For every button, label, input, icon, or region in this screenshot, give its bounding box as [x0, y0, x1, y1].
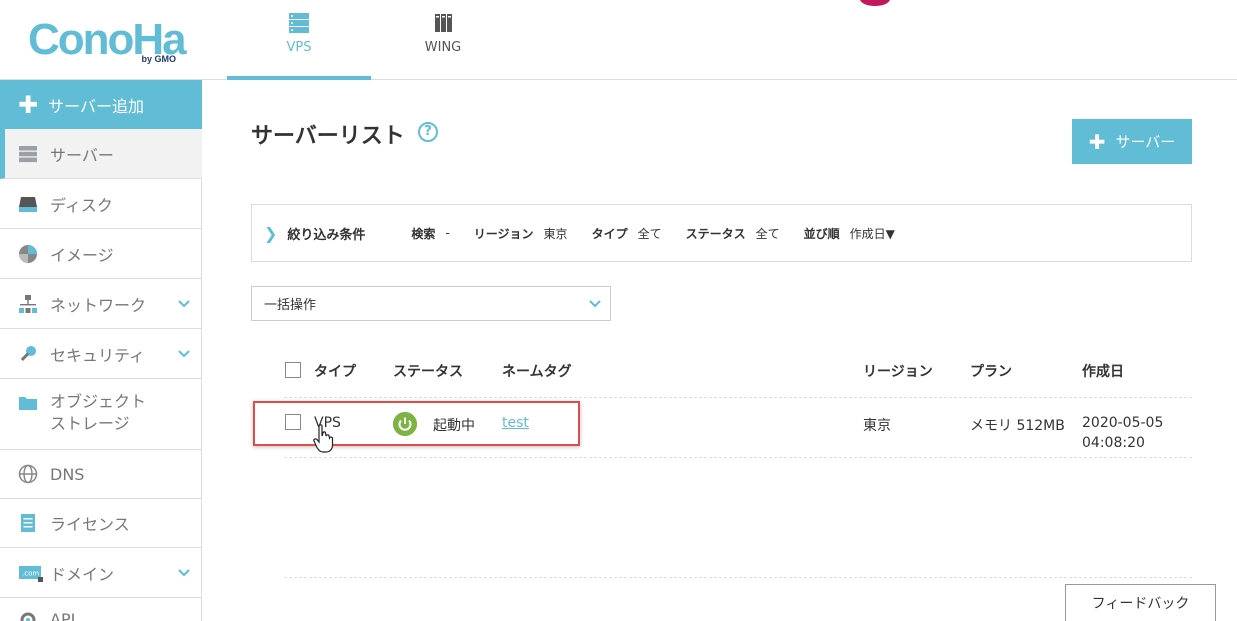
- filter-bar[interactable]: ❯ 絞り込み条件 検索 - リージョン 東京 タイプ 全て ステータス 全て 並…: [251, 204, 1192, 262]
- globe-icon: [18, 464, 38, 484]
- sidebar-item-label: オブジェクト ストレージ: [50, 391, 146, 435]
- sidebar-item-dns[interactable]: DNS: [0, 450, 202, 499]
- sidebar: ✚ サーバー追加 サーバー ディスク イメージ ネットワーク セキュリティ オブ…: [0, 80, 202, 621]
- chevron-down-icon: [178, 299, 190, 307]
- server-icon: [289, 13, 309, 33]
- row-status: 起動中: [433, 418, 475, 434]
- sidebar-item-label: ネットワーク: [50, 295, 147, 315]
- filter-toggle-label: 絞り込み条件: [287, 227, 366, 243]
- network-icon: [19, 294, 37, 313]
- api-icon: [20, 612, 36, 621]
- sidebar-item-label: サーバー: [50, 145, 114, 165]
- sidebar-item-object-storage[interactable]: オブジェクト ストレージ: [0, 379, 202, 450]
- row-created-time: 04:08:20: [1082, 435, 1145, 451]
- sidebar-item-label: イメージ: [50, 245, 114, 265]
- hand-cursor-icon: [313, 424, 334, 453]
- sidebar-item-label: ライセンス: [50, 515, 130, 534]
- chevron-down-icon: [178, 568, 190, 576]
- row-checkbox[interactable]: [285, 414, 301, 430]
- row-nametag-link[interactable]: test: [502, 415, 529, 431]
- add-server-label: サーバー追加: [48, 96, 144, 116]
- notification-dot[interactable]: [860, 0, 890, 6]
- domain-icon-text: .com: [22, 569, 39, 577]
- page-title: サーバーリスト: [251, 124, 405, 149]
- sidebar-item-network[interactable]: ネットワーク: [0, 279, 202, 329]
- select-all-checkbox[interactable]: [285, 362, 301, 378]
- logo-subtext: by GMO: [141, 54, 176, 64]
- table-divider: [284, 577, 1192, 578]
- sidebar-item-label: ディスク: [50, 195, 113, 215]
- filter-status-value: 全て: [755, 226, 780, 241]
- image-icon: [19, 244, 37, 263]
- column-header-created[interactable]: 作成日: [1082, 361, 1124, 381]
- feedback-button[interactable]: フィードバック: [1065, 584, 1216, 621]
- chevron-down-icon: [178, 349, 190, 357]
- conoha-logo[interactable]: ConoHa by GMO: [28, 14, 187, 66]
- tab-wing-label: WING: [424, 40, 462, 55]
- filter-sort-value[interactable]: 作成日▼: [850, 225, 895, 242]
- filter-type-label: タイプ: [591, 226, 628, 241]
- power-icon: [393, 412, 417, 436]
- sidebar-item-security[interactable]: セキュリティ: [0, 329, 202, 379]
- row-created-date: 2020-05-05: [1082, 415, 1164, 431]
- table-divider: [284, 457, 1192, 458]
- top-header: ConoHa by GMO VPS WING: [0, 0, 1237, 80]
- sidebar-item-image[interactable]: イメージ: [0, 229, 202, 279]
- server-icon: [19, 145, 37, 162]
- bulk-action-select[interactable]: 一括操作: [251, 286, 611, 321]
- sidebar-item-domain[interactable]: .com ドメイン: [0, 548, 202, 598]
- tab-vps[interactable]: VPS: [227, 0, 371, 80]
- column-header-status[interactable]: ステータス: [393, 361, 463, 381]
- column-header-nametag[interactable]: ネームタグ: [502, 361, 572, 381]
- plus-icon: ✚: [1088, 129, 1106, 154]
- tab-wing[interactable]: WING: [371, 0, 515, 80]
- filter-region-value: 東京: [543, 226, 568, 241]
- filter-status-label: ステータス: [685, 226, 746, 241]
- add-server-button-label: サーバー: [1115, 133, 1176, 151]
- column-header-type[interactable]: タイプ: [314, 361, 356, 381]
- folder-icon: [19, 397, 37, 410]
- sidebar-item-label: API: [50, 610, 76, 621]
- filter-type-value: 全て: [637, 226, 662, 241]
- chevron-down-icon: [589, 300, 601, 308]
- sidebar-item-server[interactable]: サーバー: [0, 129, 202, 179]
- chevron-right-icon: ❯: [264, 223, 278, 243]
- filter-search-label: 検索: [411, 226, 436, 241]
- help-icon[interactable]: ?: [418, 122, 438, 142]
- sidebar-item-label: DNS: [50, 464, 85, 484]
- table-divider: [284, 397, 1192, 398]
- page: ConoHa by GMO VPS WING ✚ サーバー追加 サーバー ディス…: [0, 0, 1237, 621]
- add-server-sidebar-button[interactable]: ✚ サーバー追加: [0, 80, 202, 129]
- sidebar-item-disk[interactable]: ディスク: [0, 179, 202, 229]
- sidebar-item-license[interactable]: ライセンス: [0, 499, 202, 548]
- filter-sort-label: 並び順: [803, 226, 840, 241]
- sidebar-item-label-line2: ストレージ: [50, 414, 130, 433]
- column-header-plan[interactable]: プラン: [970, 361, 1012, 381]
- wing-server-icon: [435, 14, 452, 32]
- plus-icon: ✚: [18, 90, 39, 119]
- bulk-action-value: 一括操作: [264, 298, 317, 313]
- add-server-button[interactable]: ✚ サーバー: [1072, 119, 1192, 164]
- row-plan: メモリ 512MB: [970, 418, 1065, 434]
- filter-region-label: リージョン: [473, 226, 534, 241]
- sidebar-item-label: セキュリティ: [50, 345, 146, 365]
- sidebar-item-api[interactable]: API: [0, 598, 202, 621]
- key-icon: [20, 345, 36, 361]
- tab-vps-label: VPS: [286, 40, 312, 55]
- row-region: 東京: [863, 418, 891, 434]
- sidebar-item-label: ドメイン: [50, 564, 115, 584]
- sidebar-item-label-line1: オブジェクト: [50, 392, 147, 411]
- column-header-region[interactable]: リージョン: [863, 361, 933, 381]
- disk-icon: [19, 196, 37, 212]
- domain-icon: .com: [19, 565, 43, 582]
- filter-search-value: -: [445, 226, 450, 240]
- license-icon: [21, 514, 35, 532]
